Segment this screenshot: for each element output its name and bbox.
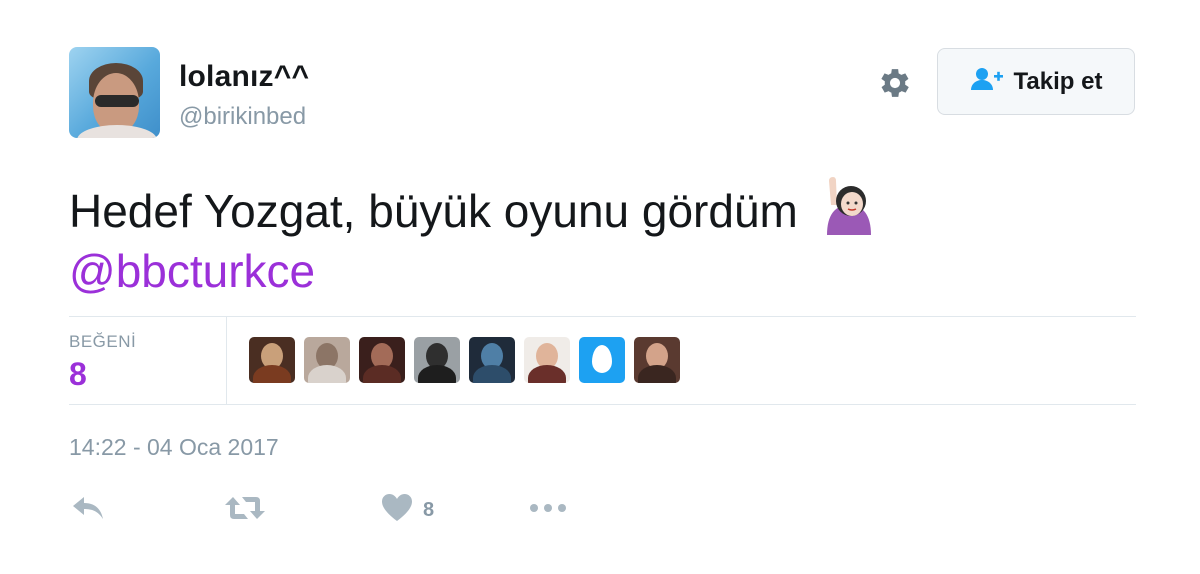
display-name[interactable]: lolanız^^ [179, 60, 309, 94]
retweet-button[interactable] [224, 492, 266, 528]
reply-button[interactable] [70, 492, 106, 528]
stats-divider [226, 317, 227, 404]
like-count: 8 [423, 498, 435, 521]
divider-bottom [69, 404, 1136, 405]
liker-avatar[interactable] [304, 337, 350, 383]
gear-icon[interactable] [876, 64, 914, 102]
reply-icon [70, 493, 106, 528]
tweet-text: Hedef Yozgat, büyük oyunu gördüm [69, 185, 798, 237]
likes-count[interactable]: 8 [69, 356, 87, 393]
like-button[interactable]: 8 [381, 492, 434, 528]
user-avatar[interactable] [69, 47, 160, 138]
follow-button-label: Takip et [1013, 67, 1103, 95]
liker-avatar[interactable] [249, 337, 295, 383]
heart-icon [381, 493, 413, 528]
user-handle[interactable]: @birikinbed [179, 103, 306, 131]
mention-link[interactable]: @bbcturkce [69, 245, 315, 297]
liker-avatar[interactable] [414, 337, 460, 383]
follow-button[interactable]: Takip et [937, 48, 1135, 115]
raising-hand-emoji [821, 175, 877, 235]
add-user-icon [970, 66, 1004, 97]
retweet-icon [224, 493, 266, 528]
liker-avatar[interactable] [359, 337, 405, 383]
tweet-text-block: Hedef Yozgat, büyük oyunu gördüm @bbctur… [69, 175, 1129, 301]
divider-top [69, 316, 1136, 317]
liker-avatar[interactable] [634, 337, 680, 383]
liker-default-egg[interactable] [579, 337, 625, 383]
liker-avatar[interactable] [469, 337, 515, 383]
likes-label: BEĞENİ [69, 332, 137, 351]
liker-avatar[interactable] [524, 337, 570, 383]
tweet-timestamp[interactable]: 14:22 - 04 Oca 2017 [69, 434, 279, 461]
more-button[interactable] [528, 492, 568, 528]
liker-avatars [249, 337, 680, 383]
more-dots-icon [528, 493, 568, 528]
